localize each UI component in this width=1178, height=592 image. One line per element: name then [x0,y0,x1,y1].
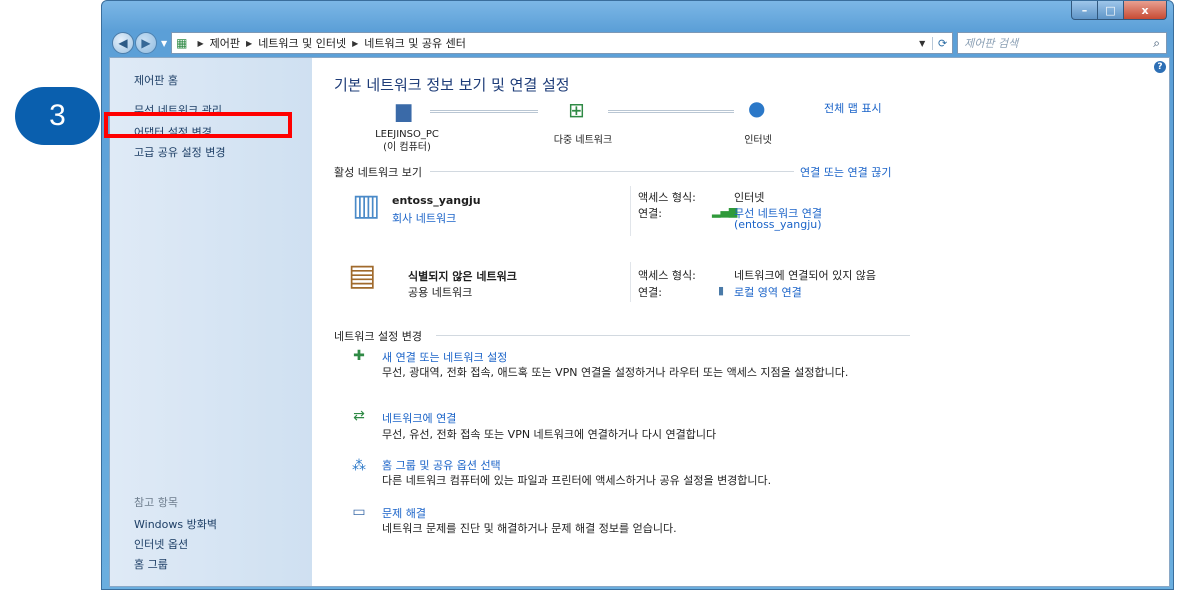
network-type: 공용 네트워크 [408,286,473,299]
map-node-subtitle: (이 컴퓨터) [383,142,431,153]
map-node-multiple-networks[interactable]: 다중 네트워크 [538,134,628,147]
access-type-value: 네트워크에 연결되어 있지 않음 [734,269,877,282]
connection-link-ssid[interactable]: (entoss_yangju) [734,218,822,231]
network-settings-heading: 네트워크 설정 변경 [334,330,422,343]
see-also-heading: 참고 항목 [134,496,178,509]
connection-label: 연결: [638,207,662,220]
search-input[interactable]: 제어판 검색 [964,35,1018,51]
office-building-icon: ▥ [352,188,381,223]
troubleshoot-icon: ▭ [352,504,366,520]
close-button[interactable]: x [1124,1,1167,20]
network-type-link[interactable]: 회사 네트워크 [392,210,456,226]
full-map-link[interactable]: 전체 맵 표시 [824,100,882,116]
task-description: 무선, 유선, 전화 접속 또는 VPN 네트워크에 연결하거나 다시 연결합니… [382,428,717,441]
access-type-label: 액세스 형식: [638,269,696,282]
breadcrumb-item[interactable]: 네트워크 및 인터넷 [258,35,346,51]
vertical-divider [630,186,631,236]
new-connection-icon: ✚ [353,348,365,364]
task-new-connection[interactable]: 새 연결 또는 네트워크 설정 [382,349,507,365]
ethernet-plug-icon: ▮ [718,284,725,297]
breadcrumb-separator-icon[interactable]: ▶ [246,39,252,48]
section-divider [430,171,794,172]
task-description: 무선, 광대역, 전화 접속, 애드혹 또는 VPN 연결을 설정하거나 라우터… [382,366,849,379]
access-type-label: 액세스 형식: [638,191,696,204]
see-also-windows-firewall[interactable]: Windows 방화벽 [134,516,217,532]
access-type-value: 인터넷 [734,191,765,204]
refresh-icon[interactable]: ⟳ [932,36,952,50]
section-divider [436,335,910,336]
sidebar-item-advanced-sharing[interactable]: 고급 공유 설정 변경 [134,144,225,160]
connect-disconnect-link[interactable]: 연결 또는 연결 끊기 [800,164,891,180]
minimize-button[interactable]: – [1071,1,1098,20]
help-icon[interactable]: ? [1154,61,1166,73]
connection-link[interactable]: 로컬 영역 연결 [734,284,802,300]
breadcrumb-separator-icon: ▶ [197,38,204,48]
task-description: 네트워크 문제를 진단 및 해결하거나 문제 해결 정보를 얻습니다. [382,522,677,535]
see-also-internet-options[interactable]: 인터넷 옵션 [134,536,188,552]
back-button[interactable]: ◀ [112,32,134,54]
back-arrow-icon: ◀ [118,36,128,50]
maximize-button[interactable]: □ [1098,1,1124,20]
step-number-badge: 3 [15,87,100,145]
recent-pages-dropdown[interactable]: ▼ [161,39,167,48]
control-panel-icon: ▦ [176,36,188,50]
screenshot: – □ x ◀ ▶ ▼ ▦ ▶ 제어판 ▶ 네트워크 및 인터넷 ▶ 네트워크 … [0,0,1178,592]
address-bar[interactable]: ▦ ▶ 제어판 ▶ 네트워크 및 인터넷 ▶ 네트워크 및 공유 센터 ▼ ⟳ [171,32,954,54]
address-row: ◀ ▶ ▼ ▦ ▶ 제어판 ▶ 네트워크 및 인터넷 ▶ 네트워크 및 공유 센… [112,31,1167,55]
breadcrumb-separator-icon[interactable]: ▶ [352,39,358,48]
homegroup-icon: ⁂ [352,458,366,474]
forward-button[interactable]: ▶ [135,32,157,54]
search-icon[interactable]: ⌕ [1153,36,1160,51]
task-troubleshoot[interactable]: 문제 해결 [382,505,426,521]
task-description: 다른 네트워크 컴퓨터에 있는 파일과 프린터에 액세스하거나 공유 설정을 변… [382,474,772,487]
map-link-line [430,110,538,113]
connect-network-icon: ⇄ [353,408,365,424]
globe-icon[interactable]: ● [748,96,765,120]
main-panel: ? 기본 네트워크 정보 보기 및 연결 설정 전체 맵 표시 ▆ ⊞ ● LE… [312,58,1169,586]
park-bench-icon: ▤ [348,258,377,293]
address-bar-tail: ▼ ⟳ [912,33,952,53]
computer-icon: ▆ [396,98,412,122]
forward-arrow-icon: ▶ [141,36,151,50]
network-name: entoss_yangju [392,194,481,207]
task-homegroup-sharing[interactable]: 홈 그룹 및 공유 옵션 선택 [382,457,501,473]
map-node-internet[interactable]: 인터넷 [718,134,798,147]
search-box[interactable]: 제어판 검색 ⌕ [957,32,1167,54]
breadcrumb: ▶ 제어판 ▶ 네트워크 및 인터넷 ▶ 네트워크 및 공유 센터 [192,35,466,51]
sidebar-item-control-panel-home[interactable]: 제어판 홈 [134,72,178,88]
breadcrumb-item[interactable]: 네트워크 및 공유 센터 [364,35,466,51]
map-link-line [608,110,734,113]
network-name: 식별되지 않은 네트워크 [408,270,517,283]
page-title: 기본 네트워크 정보 보기 및 연결 설정 [334,76,570,94]
map-node-this-computer[interactable]: LEEJINSO_PC (이 컴퓨터) [362,128,452,154]
network-icon: ⊞ [568,98,585,122]
map-node-name: LEEJINSO_PC [375,129,439,140]
task-connect-to-network[interactable]: 네트워크에 연결 [382,410,456,426]
vertical-divider [630,262,631,302]
highlight-box [104,112,292,138]
connection-label: 연결: [638,286,662,299]
see-also-homegroup[interactable]: 홈 그룹 [134,556,168,572]
explorer-window: – □ x ◀ ▶ ▼ ▦ ▶ 제어판 ▶ 네트워크 및 인터넷 ▶ 네트워크 … [101,0,1174,590]
window-controls: – □ x [1071,1,1167,20]
active-networks-heading: 활성 네트워크 보기 [334,166,422,179]
address-dropdown-icon[interactable]: ▼ [912,39,932,48]
breadcrumb-item[interactable]: 제어판 [210,35,240,51]
